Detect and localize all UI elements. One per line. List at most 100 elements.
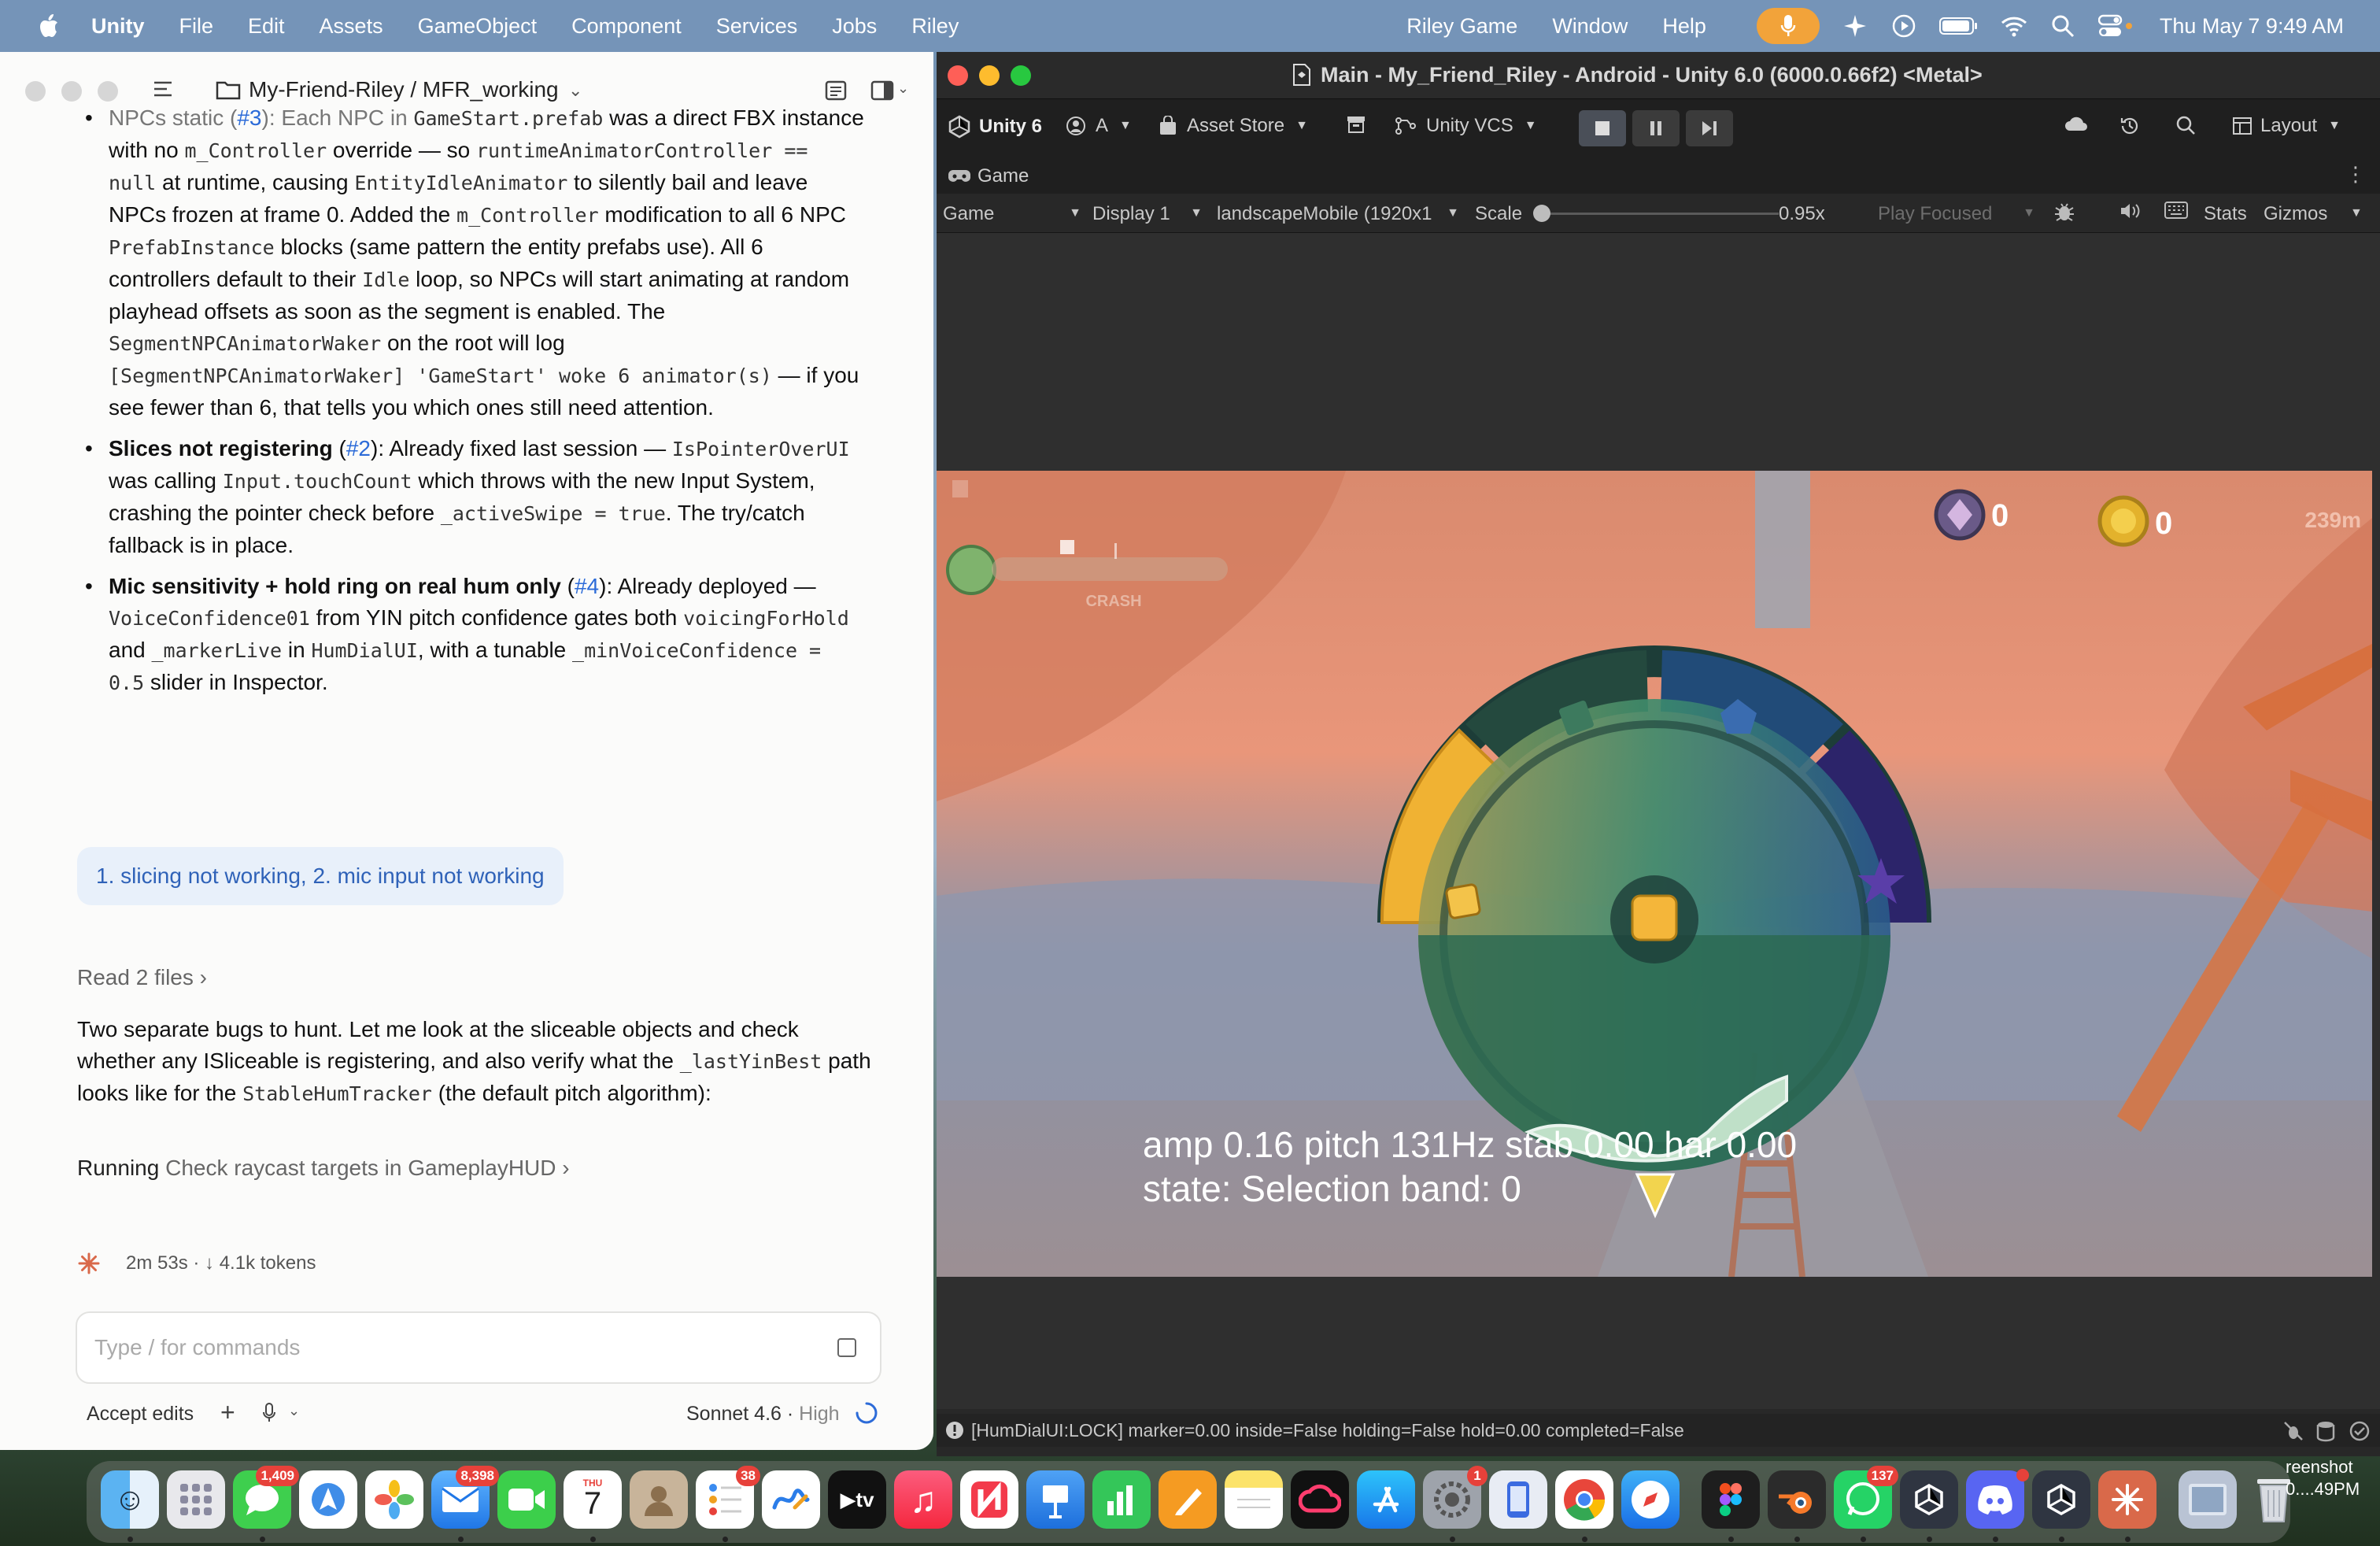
menu-assets[interactable]: Assets — [320, 14, 383, 39]
tab-game[interactable]: Game — [948, 165, 1029, 187]
menu-clock[interactable]: Thu May 7 9:49 AM — [2160, 14, 2344, 39]
stop-icon[interactable] — [837, 1338, 856, 1357]
project-breadcrumb[interactable]: My-Friend-Riley / MFR_working — [249, 77, 559, 102]
chrome-icon[interactable] — [1555, 1470, 1613, 1529]
app-store-icon[interactable] — [1357, 1470, 1415, 1529]
menu-app-name[interactable]: Unity — [91, 14, 145, 39]
search-icon[interactable] — [2049, 13, 2076, 39]
menu-gameobject[interactable]: GameObject — [418, 14, 538, 39]
cloud-icon[interactable] — [2064, 115, 2089, 132]
simulator-icon[interactable] — [1489, 1470, 1547, 1529]
running-tool-call[interactable]: Running Check raycast targets in Gamepla… — [77, 1156, 570, 1181]
figma-icon[interactable] — [1702, 1470, 1760, 1529]
bug-icon[interactable] — [2053, 200, 2076, 229]
freeform-icon[interactable] — [762, 1470, 820, 1529]
facetime-icon[interactable] — [497, 1470, 556, 1529]
notes-icon[interactable] — [1225, 1470, 1283, 1529]
sidebar-menu-icon[interactable] — [153, 80, 173, 98]
keyboard-icon[interactable] — [2164, 202, 2188, 224]
gizmos-dropdown-arrow[interactable]: ▼ — [2350, 206, 2363, 220]
menu-riley[interactable]: Riley — [911, 14, 959, 39]
unity-vcs-dropdown[interactable]: Unity VCS ▼ — [1395, 115, 1537, 137]
chevron-down-icon[interactable]: ⌄ — [568, 80, 582, 101]
reminders-icon[interactable]: 38 — [696, 1466, 760, 1529]
menu-edit[interactable]: Edit — [248, 14, 285, 39]
accept-edits-toggle[interactable]: Accept edits — [87, 1403, 194, 1426]
control-center-icon[interactable] — [2097, 13, 2133, 39]
system-settings-icon[interactable]: 1 — [1423, 1466, 1488, 1529]
minimize-window-button[interactable] — [61, 81, 82, 102]
account-dropdown[interactable]: A ▼ — [1066, 115, 1132, 137]
dial-hub-button[interactable] — [1631, 894, 1678, 941]
pause-button[interactable] — [952, 480, 968, 497]
music-icon[interactable]: ♫ — [894, 1470, 952, 1529]
document-icon[interactable] — [825, 80, 847, 101]
sparkle-icon[interactable] — [1842, 13, 1868, 39]
more-options-icon[interactable]: ⋮ — [2345, 162, 2366, 187]
play-focused-dropdown[interactable]: Play Focused ▼ — [1878, 203, 2035, 225]
blender-icon[interactable] — [1768, 1470, 1826, 1529]
menu-riley-game[interactable]: Riley Game — [1406, 14, 1517, 39]
news-icon[interactable] — [960, 1470, 1018, 1529]
microphone-icon[interactable] — [261, 1403, 277, 1423]
battery-icon[interactable] — [1938, 13, 1979, 39]
game-mode-dropdown[interactable]: Game ▼ — [943, 203, 1081, 225]
menu-jobs[interactable]: Jobs — [832, 14, 877, 39]
search-icon[interactable] — [2175, 115, 2196, 135]
play-circle-icon[interactable] — [1890, 13, 1917, 39]
keynote-icon[interactable] — [1026, 1470, 1085, 1529]
unity-hub-icon[interactable] — [1900, 1470, 1958, 1529]
scale-slider-track[interactable] — [1543, 213, 1779, 215]
check-circle-icon[interactable] — [2349, 1420, 2371, 1442]
display-dropdown[interactable]: Display 1 ▼ — [1092, 203, 1203, 225]
launchpad-icon[interactable] — [167, 1470, 225, 1529]
microphone-icon[interactable] — [1756, 8, 1820, 44]
calendar-icon[interactable]: THU 7 — [564, 1470, 622, 1529]
console-status-bar[interactable]: [HumDialUI:LOCK] marker=0.00 inside=Fals… — [937, 1414, 2380, 1447]
safari-icon[interactable] — [1621, 1470, 1680, 1529]
desktop-screenshot-label[interactable]: reenshot 0....49PM — [2286, 1456, 2360, 1500]
menu-services[interactable]: Services — [716, 14, 798, 39]
menu-component[interactable]: Component — [571, 14, 682, 39]
photos-icon[interactable] — [365, 1470, 423, 1529]
mail-icon[interactable]: 8,398 — [431, 1466, 499, 1529]
downloads-stack-icon[interactable] — [2179, 1470, 2237, 1529]
menu-file[interactable]: File — [179, 14, 214, 39]
apple-icon[interactable] — [36, 13, 60, 39]
menu-help[interactable]: Help — [1662, 14, 1706, 39]
wifi-icon[interactable] — [2001, 13, 2027, 39]
pause-button[interactable] — [1632, 110, 1680, 146]
issue-link[interactable]: #2 — [346, 436, 371, 460]
resolution-dropdown[interactable]: landscapeMobile (1920x1 ▼ — [1217, 203, 1459, 225]
contacts-icon[interactable] — [630, 1470, 688, 1529]
zoom-window-button[interactable] — [98, 81, 118, 102]
stop-play-button[interactable] — [1579, 110, 1626, 146]
gizmos-toggle[interactable]: Gizmos — [2264, 203, 2327, 225]
close-window-button[interactable] — [948, 65, 968, 86]
prompt-input[interactable]: Type / for commands — [76, 1311, 881, 1384]
unity-account-button[interactable]: Unity 6 — [948, 115, 1042, 139]
read-files-toggle[interactable]: Read 2 files › — [77, 965, 207, 990]
close-window-button[interactable] — [25, 81, 46, 102]
bug-off-icon[interactable] — [2282, 1420, 2304, 1442]
numbers-icon[interactable] — [1092, 1470, 1151, 1529]
creative-cloud-icon[interactable] — [1291, 1470, 1349, 1529]
unity-editor-icon[interactable] — [2032, 1470, 2090, 1529]
apple-tv-icon[interactable]: ▶tv — [828, 1470, 886, 1529]
maps-icon[interactable] — [299, 1470, 357, 1529]
step-button[interactable] — [1686, 110, 1733, 146]
pages-icon[interactable] — [1159, 1470, 1217, 1529]
discord-icon[interactable] — [1966, 1469, 2029, 1529]
game-render[interactable]: CRASH 0 0 239m amp 0.16 pitch 131Hz stab… — [937, 471, 2372, 1277]
issue-link[interactable]: #3 — [237, 105, 261, 130]
chevron-down-icon[interactable]: ⌄ — [897, 80, 909, 97]
package-icon[interactable] — [1346, 115, 1366, 134]
user-message-bubble[interactable]: 1. slicing not working, 2. mic input not… — [77, 847, 564, 905]
scale-slider-handle[interactable] — [1533, 205, 1550, 222]
split-view-icon[interactable] — [870, 80, 894, 101]
asset-store-dropdown[interactable]: Asset Store ▼ — [1159, 115, 1308, 137]
messages-icon[interactable]: 1,409 — [233, 1466, 299, 1529]
claude-icon[interactable] — [2098, 1470, 2156, 1529]
finder-icon[interactable]: ☺ — [101, 1470, 159, 1529]
stats-toggle[interactable]: Stats — [2204, 203, 2247, 225]
